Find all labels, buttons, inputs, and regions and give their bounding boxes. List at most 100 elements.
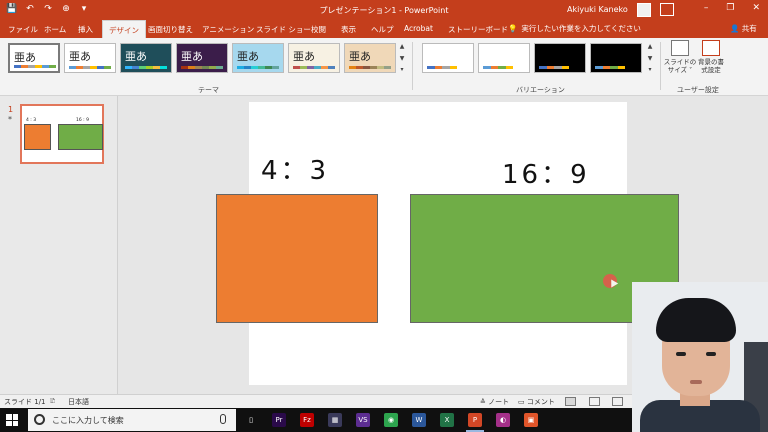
customize-group-label: ユーザー設定 — [677, 86, 719, 94]
webcam-eye — [706, 352, 716, 356]
comments-button[interactable]: ▭ コメント — [518, 397, 555, 407]
taskbar-app-orange-icon[interactable]: ▣ — [524, 413, 538, 427]
taskbar-search-box[interactable]: ここに入力して検索 — [28, 409, 236, 431]
theme-thumbnail[interactable]: 亜あ — [64, 43, 116, 73]
taskbar-word-icon[interactable]: W — [412, 413, 426, 427]
chevron-down-icon[interactable]: ▼ — [400, 55, 405, 62]
theme-thumbnail[interactable]: 亜あ — [176, 43, 228, 73]
taskbar-excel-icon[interactable]: X — [440, 413, 454, 427]
theme-thumbnail[interactable]: 亜あ — [8, 43, 60, 73]
slide-count: スライド 1/1 — [4, 398, 46, 406]
variant-thumbnail[interactable] — [478, 43, 530, 73]
format-background-label: 背景の書 式設定 — [698, 58, 724, 74]
taskbar-premiere-icon[interactable]: Pr — [272, 413, 286, 427]
thumbnail-orange-rect — [24, 124, 51, 150]
tab-storyboard[interactable]: ストーリーボード — [448, 24, 508, 35]
slide-thumbnail[interactable]: 4 : 3 16 : 9 — [20, 104, 104, 164]
tab-slideshow[interactable]: スライド ショー — [256, 24, 311, 35]
restore-button[interactable]: ❐ — [726, 3, 734, 13]
tab-file[interactable]: ファイル — [8, 24, 38, 35]
theme-thumbnail-label: 亜あ — [349, 50, 371, 63]
slide-size-button[interactable]: スライドの サイズ ˅ — [663, 40, 697, 74]
variant-gallery-scroll[interactable]: ▲ ▼ ▾ — [645, 43, 655, 73]
variant-group-label: バリエーション — [516, 86, 565, 94]
webcam-mouth — [690, 380, 702, 384]
webcam-hair — [656, 298, 736, 342]
theme-thumbnail-label: 亜あ — [181, 50, 203, 63]
share-button[interactable]: 👤 共有 — [730, 23, 757, 34]
taskbar-xd-icon[interactable]: ▦ — [328, 413, 342, 427]
chevron-up-icon[interactable]: ▲ — [400, 43, 405, 50]
tab-acrobat[interactable]: Acrobat — [404, 24, 433, 33]
tab-view[interactable]: 表示 — [341, 24, 356, 35]
gallery-more-icon[interactable]: ▾ — [648, 66, 651, 73]
thumbnail-green-rect — [58, 124, 103, 150]
notes-button[interactable]: ≙ ノート — [480, 397, 509, 407]
chevron-up-icon[interactable]: ▲ — [648, 43, 653, 50]
theme-color-bars — [69, 66, 111, 69]
windows-start-icon[interactable] — [6, 414, 18, 426]
variant-color-bars — [427, 66, 457, 69]
search-icon — [34, 414, 45, 425]
minimize-button[interactable]: – — [704, 3, 709, 13]
slide-thumbnail-pane: 1 * 4 : 3 16 : 9 — [0, 96, 118, 394]
spellcheck-icon[interactable]: 🗈 — [50, 397, 55, 408]
variant-color-bars — [595, 66, 625, 69]
theme-thumbnail-label: 亜あ — [237, 50, 259, 63]
theme-thumbnail[interactable]: 亜あ — [232, 43, 284, 73]
taskbar-powerpoint-icon[interactable]: P — [466, 413, 484, 432]
variant-color-bars — [539, 66, 569, 69]
slide-sorter-icon[interactable] — [589, 397, 600, 406]
lightbulb-icon: 💡 — [508, 24, 518, 33]
theme-color-bars — [125, 66, 167, 69]
taskbar-filezilla-icon[interactable]: Fz — [300, 413, 314, 427]
variant-color-bars — [483, 66, 513, 69]
chevron-down-icon[interactable]: ▼ — [648, 55, 653, 62]
tab-transitions[interactable]: 画面切り替え — [148, 24, 193, 35]
tab-help[interactable]: ヘルプ — [371, 24, 394, 35]
theme-group-label: テーマ — [198, 86, 219, 94]
share-label: 共有 — [741, 24, 757, 33]
theme-thumbnail-label: 亜あ — [293, 50, 315, 63]
variant-thumbnail[interactable] — [534, 43, 586, 73]
animation-marker: * — [8, 115, 12, 124]
orange-rectangle-4-3[interactable] — [216, 194, 378, 323]
theme-thumbnail-label: 亜あ — [125, 50, 147, 63]
tell-me-box[interactable]: 💡 実行したい作業を入力してください — [508, 23, 641, 34]
ribbon-design: 亜あ 亜あ 亜あ 亜あ 亜あ 亜あ 亜あ ▲ ▼ ▾ テーマ ▲ ▼ ▾ バリエーション ス… — [0, 38, 768, 96]
theme-thumbnail-label: 亜あ — [69, 50, 91, 63]
gallery-more-icon[interactable]: ▾ — [400, 66, 403, 73]
language[interactable]: 日本語 — [68, 397, 89, 407]
normal-view-icon[interactable] — [565, 397, 576, 406]
variant-thumbnail[interactable] — [590, 43, 642, 73]
theme-thumbnail[interactable]: 亜あ — [120, 43, 172, 73]
reading-view-icon[interactable] — [612, 397, 623, 406]
variant-thumbnail[interactable] — [422, 43, 474, 73]
tab-home[interactable]: ホーム — [44, 24, 66, 35]
theme-color-bars — [181, 66, 223, 69]
avatar[interactable] — [637, 3, 651, 17]
user-name[interactable]: Akiyuki Kaneko — [567, 5, 628, 14]
slide-size-icon — [671, 40, 689, 56]
microphone-icon[interactable] — [220, 414, 226, 424]
taskbar-app-pink-icon[interactable]: ◐ — [496, 413, 510, 427]
taskbar-visual-studio-icon[interactable]: VS — [356, 413, 370, 427]
tab-animations[interactable]: アニメーション — [202, 24, 254, 35]
theme-thumbnail[interactable]: 亜あ — [344, 43, 396, 73]
tab-review[interactable]: 校閲 — [311, 24, 326, 35]
theme-thumbnail[interactable]: 亜あ — [288, 43, 340, 73]
close-button[interactable]: ✕ — [752, 3, 760, 13]
taskbar-task-view-icon[interactable]: ▯ — [244, 413, 258, 427]
slide-label-4-3[interactable]: 4：3 — [261, 150, 329, 187]
tab-design[interactable]: デザイン — [102, 20, 146, 38]
ribbon-display-options-icon[interactable] — [660, 3, 674, 16]
format-background-button[interactable]: 背景の書 式設定 — [694, 40, 728, 74]
slide-size-label: スライドの サイズ ˅ — [663, 58, 697, 74]
slide-label-16-9[interactable]: 16：9 — [502, 154, 590, 191]
share-icon: 👤 — [730, 24, 740, 33]
theme-gallery-scroll[interactable]: ▲ ▼ ▾ — [397, 43, 407, 73]
webcam-overlay — [632, 282, 768, 432]
thumbnail-label-4-3: 4 : 3 — [26, 118, 37, 123]
taskbar-chrome-icon[interactable]: ◉ — [384, 413, 398, 427]
tab-insert[interactable]: 挿入 — [78, 24, 93, 35]
